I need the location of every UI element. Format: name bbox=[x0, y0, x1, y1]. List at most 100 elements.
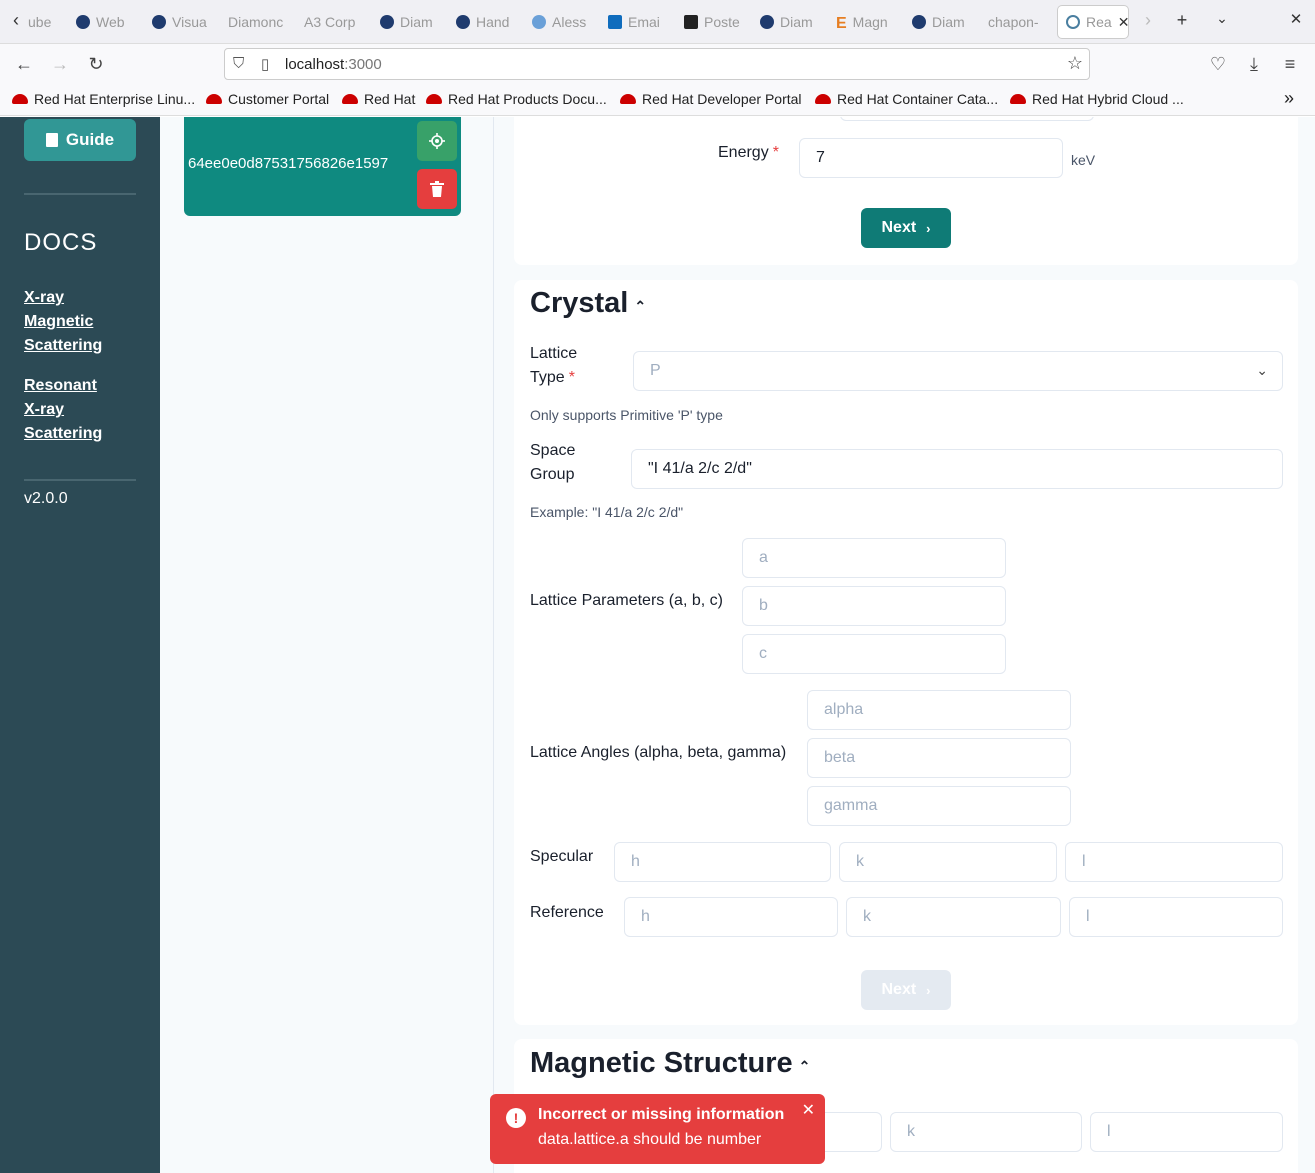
browser-tab[interactable]: Emai bbox=[608, 6, 672, 38]
crystal-section-title[interactable]: Crystal ⌃ bbox=[530, 287, 646, 320]
bookmark-item[interactable]: Red Hat Developer Portal bbox=[620, 91, 802, 107]
close-toast-icon[interactable]: ✕ bbox=[802, 1100, 815, 1120]
space-group-input[interactable]: "I 41/a 2/c 2/d" bbox=[631, 449, 1283, 489]
energy-input[interactable]: 7 bbox=[799, 138, 1063, 178]
crosshair-icon bbox=[429, 133, 445, 149]
space-group-help: Example: "I 41/a 2/c 2/d" bbox=[530, 504, 684, 520]
redhat-icon bbox=[620, 94, 636, 104]
back-icon[interactable]: ← bbox=[12, 54, 36, 75]
chevron-right-icon: › bbox=[926, 982, 931, 998]
version-label: v2.0.0 bbox=[24, 490, 68, 507]
browser-tab[interactable]: Poste bbox=[684, 6, 748, 38]
delete-session-button[interactable] bbox=[417, 169, 457, 209]
browser-tab[interactable]: Diamonc bbox=[228, 6, 288, 38]
tab-scroll-left-icon[interactable]: ‹ bbox=[4, 10, 28, 31]
tab-favicon-icon bbox=[532, 15, 546, 29]
divider bbox=[24, 193, 136, 195]
alert-icon: ! bbox=[506, 1108, 526, 1128]
close-tab-icon[interactable]: ✕ bbox=[1118, 14, 1128, 31]
page-icon[interactable]: ▯ bbox=[261, 55, 269, 73]
specular-h-input[interactable]: h bbox=[614, 842, 831, 882]
tab-scroll-right-icon[interactable]: › bbox=[1136, 10, 1160, 31]
tab-list-icon[interactable]: ⌄ bbox=[1210, 10, 1234, 27]
reference-h-input[interactable]: h bbox=[624, 897, 838, 937]
browser-tab[interactable]: chapon- bbox=[988, 6, 1048, 38]
bookmark-star-icon[interactable]: ☆ bbox=[1067, 53, 1083, 74]
tab-favicon-icon bbox=[380, 15, 394, 29]
download-icon[interactable]: ⤓ bbox=[1242, 54, 1266, 75]
reference-l-input[interactable]: l bbox=[1069, 897, 1283, 937]
browser-tab[interactable]: A3 Corp bbox=[304, 6, 364, 38]
crystal-next-button[interactable]: Next › bbox=[861, 970, 951, 1010]
doc-link-resonant-xray-scattering[interactable]: Resonant X-ray Scattering bbox=[24, 374, 134, 446]
beam-card: Energy * 7 keV Next › bbox=[514, 117, 1298, 265]
magnetic-section-title[interactable]: Magnetic Structure ⌃ bbox=[530, 1047, 810, 1080]
lattice-b-input[interactable]: b bbox=[742, 586, 1006, 626]
guide-button[interactable]: Guide bbox=[24, 119, 136, 161]
lattice-a-input[interactable]: a bbox=[742, 538, 1006, 578]
space-group-label: Space Group bbox=[530, 442, 576, 483]
url-bar[interactable]: ⛉ ▯ localhost:3000 ☆ bbox=[224, 48, 1090, 80]
shield-icon[interactable]: ⛉ bbox=[233, 55, 244, 72]
energy-unit: keV bbox=[1071, 152, 1096, 168]
browser-tab[interactable]: Visua bbox=[152, 6, 212, 38]
tab-favicon-icon bbox=[76, 15, 90, 29]
close-window-icon[interactable]: ✕ bbox=[1284, 10, 1308, 28]
browser-tab[interactable]: Diam bbox=[380, 6, 440, 38]
bookmark-item[interactable]: Red Hat Hybrid Cloud ... bbox=[1010, 91, 1184, 107]
lattice-c-input[interactable]: c bbox=[742, 634, 1006, 674]
toast-detail: data.lattice.a should be number bbox=[538, 1131, 762, 1148]
new-tab-icon[interactable]: + bbox=[1170, 10, 1194, 31]
previous-input[interactable] bbox=[840, 117, 1094, 121]
session-card[interactable]: 64ee0e0d87531756826e1597 bbox=[184, 117, 461, 216]
browser-tab[interactable]: Hand bbox=[456, 6, 516, 38]
crystal-card: Crystal ⌃ Lattice Type * P ⌄ Only supports… bbox=[514, 280, 1298, 1025]
etsy-icon: E bbox=[836, 15, 847, 32]
beam-next-button[interactable]: Next › bbox=[861, 208, 951, 248]
browser-tab[interactable]: E Magn bbox=[836, 6, 900, 38]
session-panel: 64ee0e0d87531756826e1597 bbox=[160, 117, 494, 1173]
book-icon bbox=[45, 133, 58, 147]
bookmark-item[interactable]: Red Hat Container Cata... bbox=[815, 91, 998, 107]
reload-icon[interactable]: ↻ bbox=[84, 54, 108, 75]
menu-icon[interactable]: ≡ bbox=[1278, 54, 1302, 75]
tab-favicon-icon bbox=[152, 15, 166, 29]
bookmark-item[interactable]: Red Hat bbox=[342, 91, 415, 107]
lattice-angles-label: Lattice Angles (alpha, beta, gamma) bbox=[530, 744, 787, 761]
browser-tab[interactable]: Diam bbox=[760, 6, 824, 38]
bookmarks-overflow-icon[interactable]: » bbox=[1284, 88, 1294, 109]
browser-tab[interactable]: Aless bbox=[532, 6, 596, 38]
lattice-type-select[interactable]: P ⌄ bbox=[633, 351, 1283, 391]
alpha-input[interactable]: alpha bbox=[807, 690, 1071, 730]
lattice-type-help: Only supports Primitive 'P' type bbox=[530, 407, 723, 423]
chevron-up-icon: ⌃ bbox=[798, 1058, 811, 1074]
reference-k-input[interactable]: k bbox=[846, 897, 1061, 937]
forward-icon[interactable]: → bbox=[48, 54, 72, 75]
bookmark-item[interactable]: Customer Portal bbox=[206, 91, 329, 107]
bookmark-item[interactable]: Red Hat Enterprise Linu... bbox=[12, 91, 195, 107]
trash-icon bbox=[430, 181, 444, 197]
tab-favicon-icon bbox=[760, 15, 774, 29]
divider bbox=[24, 479, 136, 481]
browser-tab[interactable]: Web bbox=[76, 6, 136, 38]
browser-tab[interactable]: Diam bbox=[912, 6, 976, 38]
tab-favicon-icon bbox=[456, 15, 470, 29]
pocket-icon[interactable]: ♡ bbox=[1206, 54, 1230, 75]
bookmark-item[interactable]: Red Hat Products Docu... bbox=[426, 91, 607, 107]
react-icon bbox=[1066, 15, 1080, 29]
redhat-icon bbox=[342, 94, 358, 104]
specular-label: Specular bbox=[530, 848, 594, 865]
locate-session-button[interactable] bbox=[417, 121, 457, 161]
gamma-input[interactable]: gamma bbox=[807, 786, 1071, 826]
magnetic-l-input[interactable]: l bbox=[1090, 1112, 1283, 1152]
specular-l-input[interactable]: l bbox=[1065, 842, 1283, 882]
doc-link-xray-magnetic-scattering[interactable]: X-ray Magnetic Scattering bbox=[24, 286, 134, 358]
beta-input[interactable]: beta bbox=[807, 738, 1071, 778]
docs-title: DOCS bbox=[24, 229, 98, 256]
browser-tab[interactable]: ube bbox=[28, 6, 68, 38]
magnetic-k-input[interactable]: k bbox=[890, 1112, 1082, 1152]
browser-tab-active[interactable]: Rea ✕ bbox=[1058, 6, 1128, 38]
specular-k-input[interactable]: k bbox=[839, 842, 1057, 882]
figma-icon bbox=[684, 15, 698, 29]
chevron-right-icon: › bbox=[926, 220, 931, 236]
